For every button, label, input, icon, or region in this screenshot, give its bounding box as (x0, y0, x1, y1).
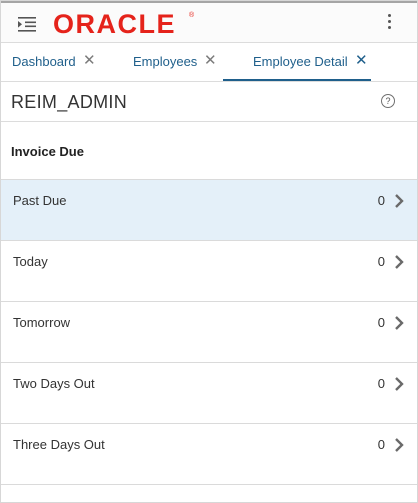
app-window: ORACLE ® Dashboard ✕ Employees ✕ Employe… (0, 0, 418, 503)
close-tab-icon[interactable]: ✕ (355, 52, 368, 70)
page-header: REIM_ADMIN ? (1, 81, 417, 122)
chevron-right-icon (395, 316, 404, 330)
chevron-right-icon (395, 438, 404, 452)
registered-mark: ® (189, 12, 195, 19)
tab-label: Dashboard (12, 54, 76, 69)
tab-dashboard[interactable]: Dashboard ✕ (1, 43, 105, 81)
row-label: Today (13, 254, 48, 269)
list-divider (1, 484, 417, 485)
list-item-today[interactable]: Today 0 (1, 240, 417, 301)
help-icon[interactable]: ? (381, 94, 395, 108)
list-item-three-days-out[interactable]: Three Days Out 0 (1, 423, 417, 484)
row-count: 0 (377, 376, 385, 391)
row-count: 0 (377, 437, 385, 452)
tab-label: Employee Detail (253, 54, 348, 69)
row-label: Three Days Out (13, 437, 105, 452)
hamburger-indent-icon[interactable] (18, 15, 38, 33)
list-item-past-due[interactable]: Past Due 0 (1, 179, 417, 240)
row-label: Two Days Out (13, 376, 95, 391)
chevron-right-icon (395, 377, 404, 391)
row-count: 0 (377, 254, 385, 269)
chevron-right-icon (395, 255, 404, 269)
row-count: 0 (377, 315, 385, 330)
tab-employees[interactable]: Employees ✕ (105, 43, 223, 81)
row-label: Past Due (13, 193, 67, 208)
row-label: Tomorrow (13, 315, 71, 330)
tab-employee-detail[interactable]: Employee Detail ✕ (223, 43, 371, 81)
oracle-logo: ORACLE (53, 9, 176, 39)
tab-label: Employees (133, 54, 198, 69)
close-tab-icon[interactable]: ✕ (204, 52, 217, 70)
vertical-dots-icon[interactable] (386, 14, 392, 32)
section-title: Invoice Due (11, 144, 84, 159)
invoice-due-list: Past Due 0 Today 0 Tomorrow 0 Two Days O… (1, 179, 417, 485)
page-title: REIM_ADMIN (11, 92, 128, 112)
tab-bar: Dashboard ✕ Employees ✕ Employee Detail … (1, 43, 417, 82)
app-header: ORACLE ® (1, 1, 417, 43)
row-count: 0 (377, 193, 385, 208)
close-tab-icon[interactable]: ✕ (83, 52, 96, 70)
chevron-right-icon (395, 194, 404, 208)
list-item-tomorrow[interactable]: Tomorrow 0 (1, 301, 417, 362)
list-item-two-days-out[interactable]: Two Days Out 0 (1, 362, 417, 423)
